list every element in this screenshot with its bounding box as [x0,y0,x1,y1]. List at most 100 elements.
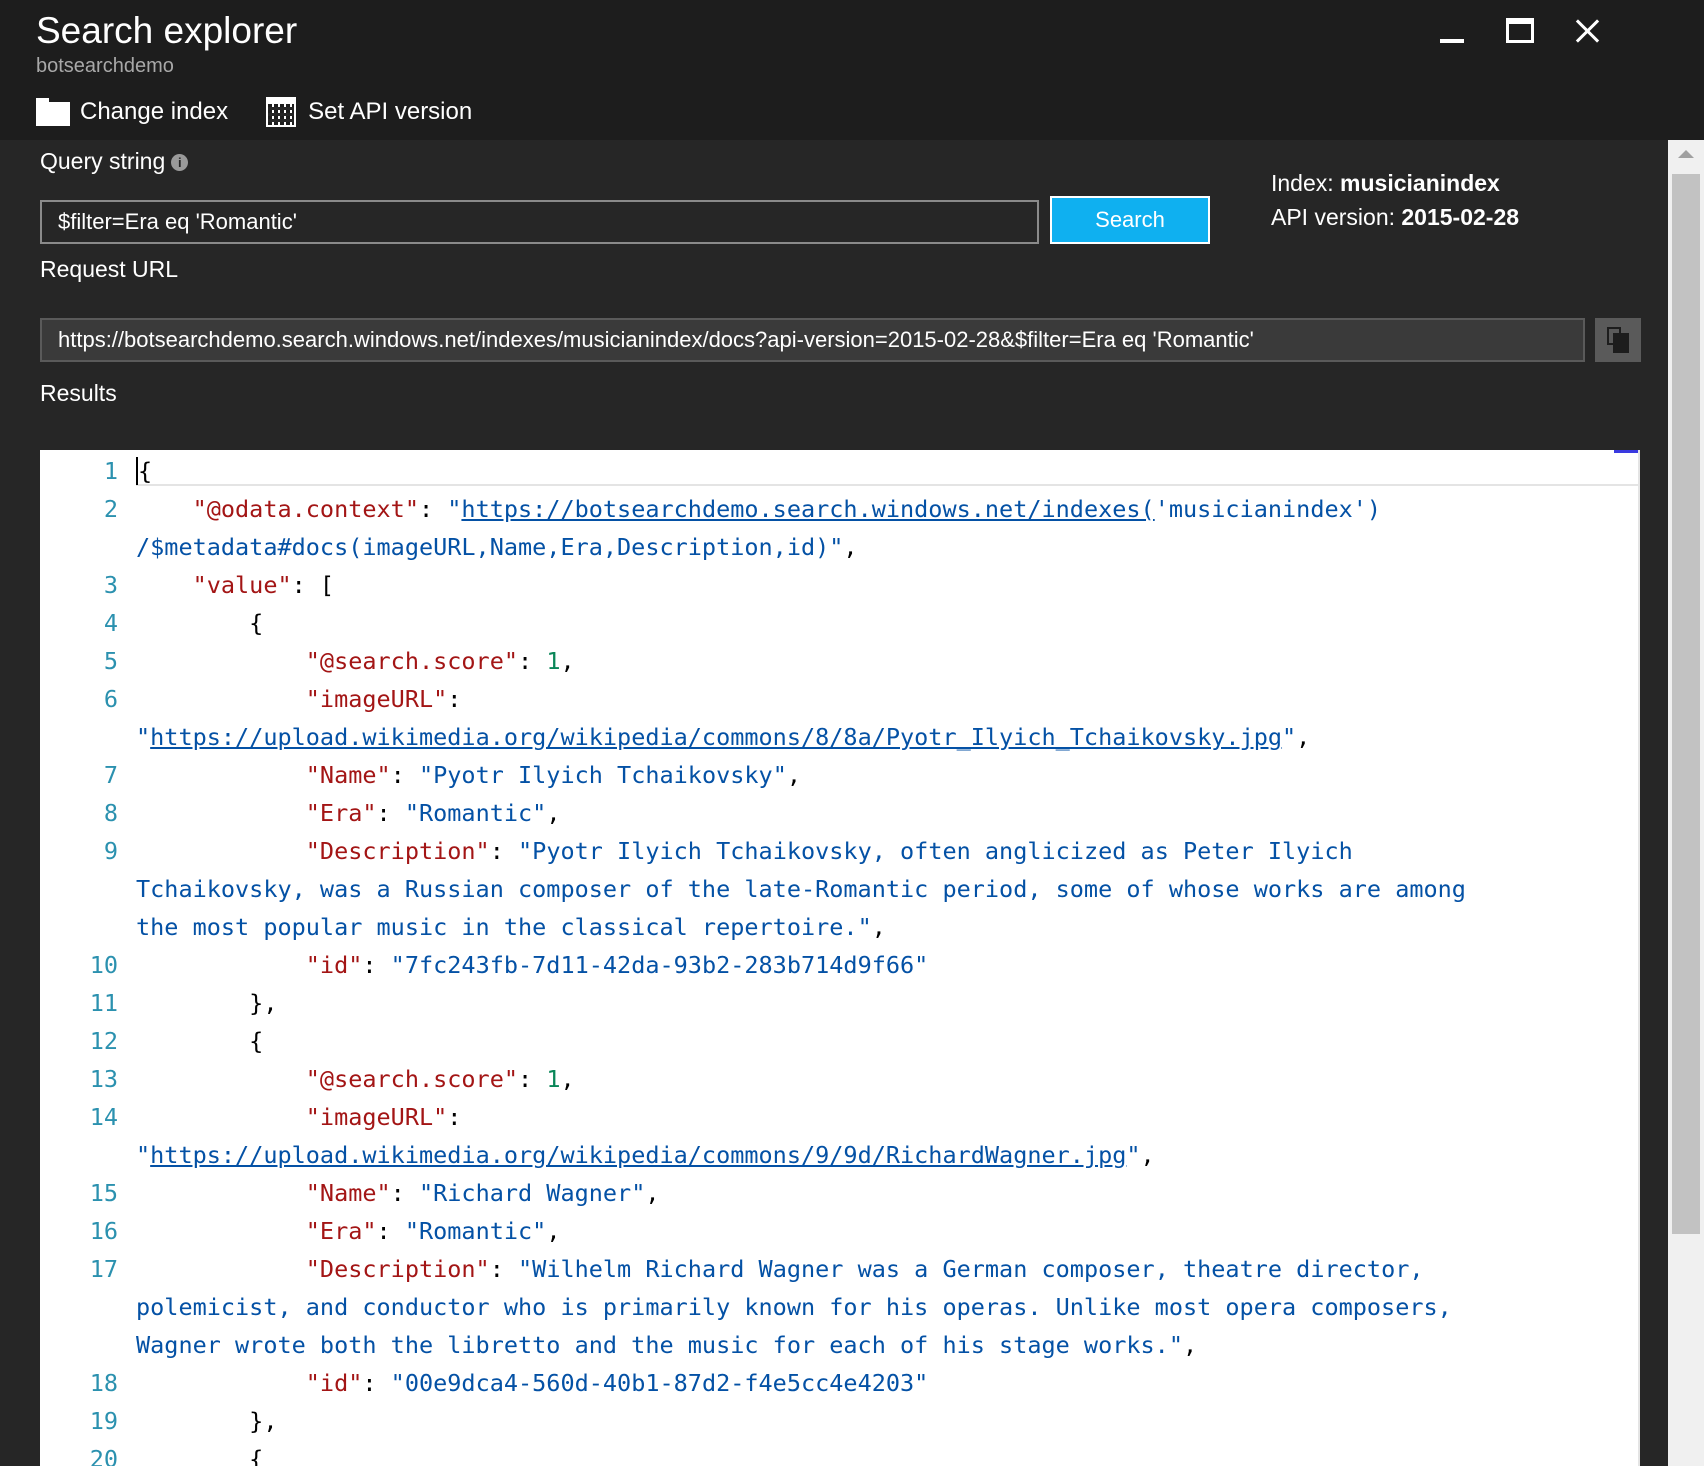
code-text: "imageURL": [305,685,462,713]
description-value: polemicist, and conductor who is primari… [136,1293,1452,1321]
context-url-index: 'musicianindex') [1154,495,1382,523]
code-line: 8 "Era": "Romantic", [40,794,1640,832]
code-line: 13 "@search.score": 1, [40,1060,1640,1098]
search-explorer-window: Search explorer botsearchdemo Change ind… [0,0,1704,1466]
era-value: Romantic [418,1217,533,1245]
name-value: Pyotr Ilyich Tchaikovsky [433,761,773,789]
search-button[interactable]: Search [1050,196,1210,244]
set-api-version-button[interactable]: Set API version [266,97,472,127]
search-score-value: 1 [546,647,561,675]
calendar-icon [266,97,297,127]
code-text: the most popular music in the classical … [136,913,886,941]
id-value: 00e9dca4-560d-40b1-87d2-f4e5cc4e4203 [404,1369,915,1397]
info-icon[interactable]: i [171,154,189,171]
code-line: 7 "Name": "Pyotr Ilyich Tchaikovsky", [40,756,1640,794]
code-line-wrap: Wagner wrote both the libretto and the m… [40,1326,1640,1364]
code-text: { [136,457,153,485]
image-url-link[interactable]: https://upload.wikimedia.org/wikipedia/c… [150,1141,1126,1169]
line-number: 13 [89,1065,118,1093]
search-score-value: 1 [546,1065,561,1093]
image-url-link[interactable]: https://upload.wikimedia.org/wikipedia/c… [150,723,1282,751]
line-number: 16 [89,1217,118,1245]
code-line-wrap: "https://upload.wikimedia.org/wikipedia/… [40,1136,1640,1174]
minimize-icon[interactable] [1432,12,1472,48]
code-text: "@search.score": 1, [305,1065,575,1093]
code-text: }, [136,989,278,1017]
description-value: Wagner wrote both the libretto and the m… [136,1331,1169,1359]
line-number: 10 [89,951,118,979]
vertical-scrollbar[interactable] [1668,140,1704,1466]
line-number: 19 [89,1407,118,1435]
code-line: 2 "@odata.context": "https://botsearchde… [40,490,1640,528]
description-value: Wilhelm Richard Wagner was a German comp… [532,1255,1424,1283]
api-version-value: 2015-02-28 [1401,204,1520,230]
change-index-button[interactable]: Change index [36,98,228,126]
line-number: 18 [89,1369,118,1397]
description-value: Tchaikovsky, was a Russian composer of t… [136,875,1466,903]
code-line: 9 "Description": "Pyotr Ilyich Tchaikovs… [40,832,1640,870]
code-line: 10 "id": "7fc243fb-7d11-42da-93b2-283b71… [40,946,1640,984]
code-text: "Era": "Romantic", [305,1217,561,1245]
query-string-label: Query string i [40,148,189,175]
toolbar: Change index Set API version [36,92,510,132]
code-line: 16 "Era": "Romantic", [40,1212,1640,1250]
api-version-info: API version: 2015-02-28 [1271,204,1519,231]
code-line: 18 "id": "00e9dca4-560d-40b1-87d2-f4e5cc… [40,1364,1640,1402]
line-number: 9 [103,837,118,865]
id-value: 7fc243fb-7d11-42da-93b2-283b714d9f66 [404,951,915,979]
code-line: 12 { [40,1022,1640,1060]
change-index-label: Change index [80,98,229,125]
maximize-icon[interactable] [1500,12,1540,48]
scrollbar-thumb[interactable] [1672,174,1700,1234]
scroll-up-icon[interactable] [1668,140,1704,170]
line-number: 5 [103,647,118,675]
copy-url-button[interactable] [1595,318,1641,362]
window-subtitle: botsearchdemo [36,55,174,77]
code-text: "id": "00e9dca4-560d-40b1-87d2-f4e5cc4e4… [305,1369,929,1397]
line-number: 17 [89,1255,118,1283]
code-text: "imageURL": [305,1103,462,1131]
code-text: { [136,609,264,637]
line-number: 8 [103,799,118,827]
api-version-label: API version: [1271,204,1395,230]
code-line-wrap: Tchaikovsky, was a Russian composer of t… [40,870,1640,908]
folder-icon [36,98,70,126]
code-text: "@search.score": 1, [305,647,575,675]
query-string-input[interactable] [40,200,1039,244]
code-line: 14 "imageURL": [40,1098,1640,1136]
line-number: 14 [89,1103,118,1131]
code-text: /$metadata#docs(imageURL,Name,Era,Descri… [136,533,858,561]
line-number: 1 [103,457,118,485]
code-line: 11 }, [40,984,1640,1022]
line-number: 2 [103,495,118,523]
context-url-link[interactable]: https://botsearchdemo.search.windows.net… [461,495,1154,523]
code-line: 5 "@search.score": 1, [40,642,1640,680]
line-number: 15 [89,1179,118,1207]
code-line: 19 }, [40,1402,1640,1440]
main-content: Query string i Search Index: musicianinde… [0,140,1668,1466]
code-text: "id": "7fc243fb-7d11-42da-93b2-283b714d9… [305,951,929,979]
code-text: "Name": "Pyotr Ilyich Tchaikovsky", [305,761,801,789]
close-icon[interactable] [1568,12,1608,48]
name-value: Richard Wagner [433,1179,632,1207]
code-text: "Description": "Pyotr Ilyich Tchaikovsky… [305,837,1353,865]
code-line-wrap: polemicist, and conductor who is primari… [40,1288,1640,1326]
code-text: polemicist, and conductor who is primari… [136,1288,1452,1326]
copy-icon [1607,327,1629,353]
code-line: 3 "value": [ [40,566,1640,604]
code-line: 20 { [40,1440,1640,1466]
request-url-field[interactable]: https://botsearchdemo.search.windows.net… [40,318,1585,362]
era-value: Romantic [418,799,533,827]
line-number: 7 [103,761,118,789]
line-number: 12 [89,1027,118,1055]
description-value: the most popular music in the classical … [136,913,858,941]
code-text: { [136,1445,264,1466]
json-code-view[interactable]: 1 { 2 "@odata.context": "https://botsear… [40,452,1640,1466]
line-number: 6 [103,685,118,713]
set-api-version-label: Set API version [308,98,473,125]
code-text: "Era": "Romantic", [305,799,561,827]
line-number: 20 [89,1445,118,1466]
results-panel[interactable]: 1 { 2 "@odata.context": "https://botsear… [40,450,1640,1466]
code-line: 4 { [40,604,1640,642]
code-line-wrap: the most popular music in the classical … [40,908,1640,946]
